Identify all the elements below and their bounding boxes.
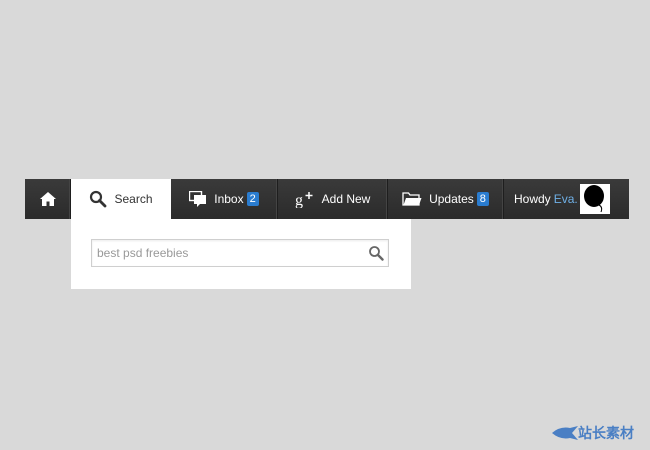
home-icon	[39, 192, 56, 206]
nav-add-new[interactable]: g Add New	[278, 179, 388, 219]
search-button-icon[interactable]	[368, 245, 384, 261]
folder-icon	[402, 192, 422, 206]
nav-updates[interactable]: Updates 8	[388, 179, 504, 219]
inbox-badge: 2	[246, 192, 259, 206]
avatar[interactable]	[579, 184, 610, 214]
search-input[interactable]	[92, 240, 362, 266]
nav-home[interactable]	[25, 179, 71, 219]
nav-user[interactable]: Howdy Eva.	[504, 179, 629, 219]
updates-label: Updates	[429, 192, 474, 206]
howdy-text: Howdy	[514, 192, 551, 206]
avatar-image-icon	[580, 185, 609, 213]
add-new-label: Add New	[321, 192, 371, 206]
svg-text:g: g	[295, 192, 303, 208]
search-box	[91, 239, 389, 267]
top-navbar: Search Inbox 2 g Add New Updates 8 Howdy…	[25, 179, 629, 219]
search-tab-label: Search	[114, 192, 153, 206]
updates-badge: 8	[476, 192, 489, 206]
search-dropdown	[71, 219, 411, 289]
nav-search-tab[interactable]: Search	[71, 179, 171, 219]
user-name[interactable]: Eva.	[554, 192, 578, 206]
watermark: 站长素材	[552, 423, 634, 443]
chat-bubbles-icon	[189, 191, 207, 207]
watermark-logo-icon	[552, 426, 578, 440]
google-plus-icon: g	[295, 192, 313, 208]
nav-inbox[interactable]: Inbox 2	[171, 179, 278, 219]
watermark-text: 站长素材	[578, 425, 634, 441]
search-icon	[90, 190, 107, 208]
inbox-label: Inbox	[214, 192, 244, 206]
